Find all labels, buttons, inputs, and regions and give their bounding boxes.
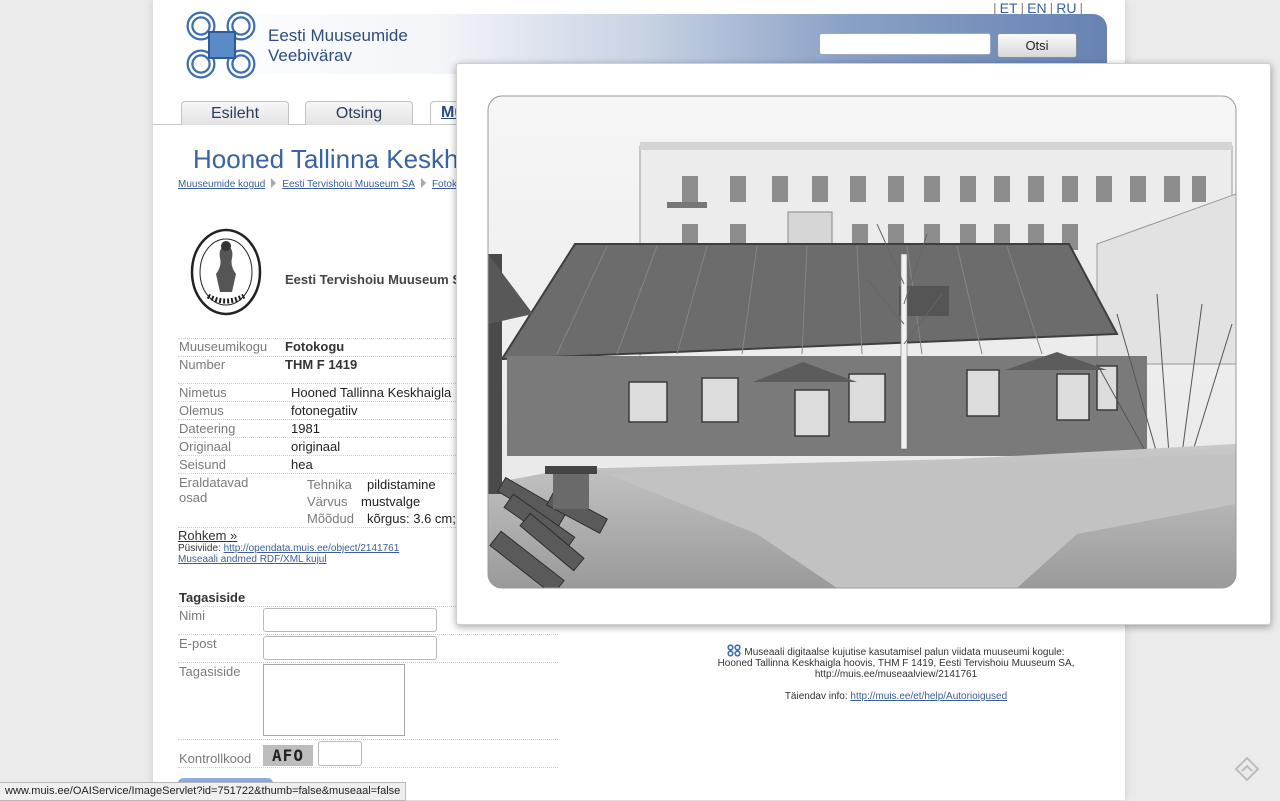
collection-label: Muuseumikogu xyxy=(179,339,268,354)
permalink-label: Püsiviide: xyxy=(178,543,221,554)
search-input[interactable] xyxy=(819,33,991,55)
technique-label: Tehnika xyxy=(307,477,352,492)
tab-otsing[interactable]: Otsing xyxy=(305,101,413,125)
condition-label: Seisund xyxy=(179,457,226,472)
copyright-line2: Hooned Tallinna Keskhaigla hoovis, THM F… xyxy=(717,658,1075,669)
date-value: 1981 xyxy=(291,421,320,436)
breadcrumb-item-collection[interactable]: Fotok xyxy=(432,179,457,190)
technique-value: pildistamine xyxy=(367,477,436,492)
copyright-info-label: Täiendav info: xyxy=(784,691,848,702)
feedback-name-input[interactable] xyxy=(263,608,437,632)
browser-status-bar: www.muis.ee/OAIService/ImageServlet?id=7… xyxy=(0,782,407,801)
rdf-link[interactable]: Museaali andmed RDF/XML kujul xyxy=(178,554,327,565)
collection-value: Fotokogu xyxy=(285,339,345,354)
captcha-input[interactable] xyxy=(318,741,362,766)
number-value: THM F 1419 xyxy=(285,357,358,372)
museum-photograph xyxy=(487,95,1237,589)
name-label: Nimetus xyxy=(179,385,227,400)
captcha-image: AFO xyxy=(263,745,313,766)
breadcrumb-arrow-icon xyxy=(420,178,426,188)
captcha-label: Kontrollkood xyxy=(179,751,252,766)
site-title: Eesti Muuseumide Veebivärav xyxy=(268,26,408,66)
color-label: Värvus xyxy=(307,494,348,509)
copyright-text-1: Museaali digitaalse kujutise kasutamisel… xyxy=(744,647,1065,658)
muis-logo-icon xyxy=(727,644,742,657)
copyright-note: Museaali digitaalse kujutise kasutamisel… xyxy=(700,644,1092,702)
copyright-line1: Museaali digitaalse kujutise kasutamisel… xyxy=(700,644,1092,658)
row-divider xyxy=(178,767,558,768)
color-value: mustvalge xyxy=(361,494,421,509)
feedback-heading: Tagasiside xyxy=(179,590,246,605)
copyright-info-link[interactable]: http://muis.ee/et/help/Autorioigused xyxy=(850,691,1007,702)
permalink-url[interactable]: http://opendata.muis.ee/object/2141761 xyxy=(224,543,400,554)
type-label: Olemus xyxy=(179,403,224,418)
original-value: originaal xyxy=(291,439,341,454)
row-divider xyxy=(178,634,558,635)
condition-value: hea xyxy=(291,457,313,472)
date-label: Dateering xyxy=(179,421,236,436)
site-title-line1: Eesti Muuseumide xyxy=(268,26,408,45)
page-title: Hooned Tallinna Keskh xyxy=(193,144,459,174)
row-divider xyxy=(178,739,558,740)
permalink: Püsiviide: http://opendata.muis.ee/objec… xyxy=(178,543,399,554)
site-logo[interactable] xyxy=(185,10,259,80)
feedback-text-label: Tagasiside xyxy=(179,664,241,679)
breadcrumb: Muuseumide kogud Eesti Tervishoiu Muuseum… xyxy=(178,178,457,190)
breadcrumb-item-collections[interactable]: Muuseumide kogud xyxy=(178,179,265,190)
original-label: Originaal xyxy=(179,439,232,454)
search-button[interactable]: Otsi xyxy=(997,33,1077,58)
size-value: kõrgus: 3.6 cm; xyxy=(367,511,456,526)
tab-esileht[interactable]: Esileht xyxy=(181,101,289,125)
site-title-line2: Veebivärav xyxy=(268,46,353,65)
feedback-email-label: E-post xyxy=(179,636,217,651)
copyright-info: Täiendav info: http://muis.ee/et/help/Au… xyxy=(700,691,1092,702)
number-label: Number xyxy=(179,357,226,372)
row-divider xyxy=(178,662,558,663)
breadcrumb-item-museum[interactable]: Eesti Tervishoiu Muuseum SA xyxy=(282,179,415,190)
page-corner-icon[interactable] xyxy=(1234,756,1260,782)
type-value: fotonegatiiv xyxy=(291,403,358,418)
feedback-email-input[interactable] xyxy=(263,636,437,660)
more-link[interactable]: Rohkem » xyxy=(178,528,237,543)
size-label: Mõõdud xyxy=(307,511,354,526)
feedback-textarea[interactable] xyxy=(263,664,405,736)
image-lightbox[interactable] xyxy=(456,63,1271,625)
museum-logo xyxy=(190,228,262,316)
name-value: Hooned Tallinna Keskhaigla xyxy=(291,385,452,400)
copyright-line3: http://muis.ee/museaalview/2141761 xyxy=(814,669,978,680)
feedback-name-label: Nimi xyxy=(179,608,205,623)
museum-name: Eesti Tervishoiu Muuseum S xyxy=(285,272,462,287)
parts-label-line2: osad xyxy=(179,490,208,505)
parts-label-line1: Eraldatavad xyxy=(179,475,249,490)
breadcrumb-arrow-icon xyxy=(271,178,277,188)
